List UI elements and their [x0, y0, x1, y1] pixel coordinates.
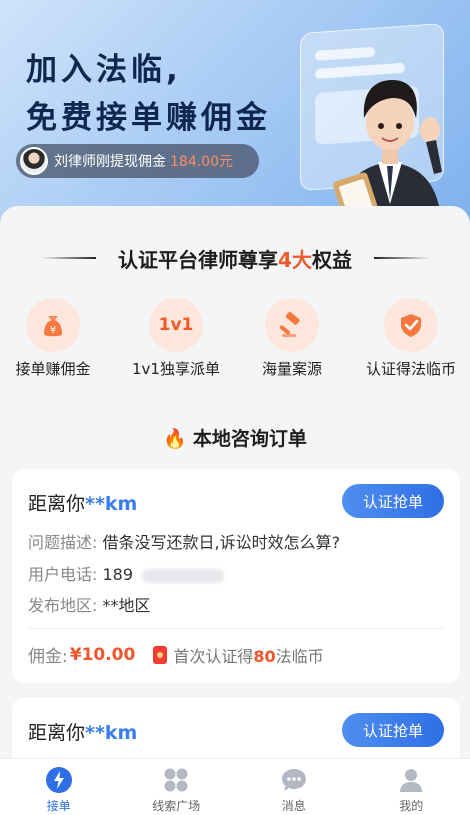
grab-order-button[interactable]: 认证抢单: [342, 484, 444, 518]
avatar: [20, 147, 48, 175]
tab-label: 线索广场: [152, 799, 201, 813]
svg-text:¥: ¥: [50, 325, 56, 336]
benefit-coins[interactable]: 认证得法临币: [352, 298, 470, 379]
red-packet-icon: [153, 645, 168, 664]
shield-check-icon: [384, 298, 438, 352]
order-phone: 用户电话: 189: [28, 561, 225, 585]
notice-amount: 184.00元: [170, 154, 233, 170]
tab-label: 消息: [281, 799, 306, 813]
benefit-label: 认证得法临币: [365, 360, 456, 378]
distance-label: 距离你: [28, 493, 86, 515]
person-icon: [396, 765, 426, 795]
withdraw-notice: 刘律师刚提现佣金 184.00元: [16, 144, 259, 178]
area-key: 发布地区:: [28, 596, 98, 615]
bonus-text: 首次认证得80法临币: [173, 643, 323, 667]
card-divider: [28, 628, 444, 629]
fire-icon: 🔥: [163, 428, 187, 450]
notice-text: 刘律师刚提现佣金: [54, 154, 166, 170]
order-card[interactable]: 距离你**km 认证抢单 问题描述: 借条没写还款日,诉讼时效怎么算? 用户电话…: [12, 469, 460, 683]
gavel-icon: [265, 298, 319, 352]
bonus-post: 法临币: [275, 646, 324, 666]
phone-blur-mask: [142, 568, 225, 583]
orders-title: 🔥 本地咨询订单: [0, 424, 470, 451]
benefit-label: 接单赚佣金: [15, 360, 91, 378]
hero-headline-2: 免费接单赚佣金: [26, 100, 271, 136]
orders-title-text: 本地咨询订单: [192, 428, 307, 450]
chat-bubble-icon: [279, 765, 309, 795]
benefits-title-pre: 认证平台律师尊享: [118, 248, 279, 272]
hero-headline-1: 加入法临,: [26, 52, 182, 88]
grid-icon: [161, 765, 191, 795]
tab-label: 接单: [46, 799, 71, 813]
commission-value: ¥10.00: [69, 644, 136, 665]
distance-value: **km: [85, 722, 138, 744]
tab-messages[interactable]: 消息: [235, 759, 353, 815]
benefit-commission[interactable]: ¥ 接单赚佣金: [0, 298, 112, 379]
tab-orders[interactable]: 接单: [0, 759, 118, 815]
order-distance: 距离你**km: [28, 718, 137, 745]
distance-label: 距离你: [28, 722, 86, 744]
distance-value: **km: [85, 493, 138, 515]
order-distance: 距离你**km: [28, 489, 137, 516]
description-key: 问题描述:: [28, 533, 98, 552]
order-area: 发布地区: **地区: [28, 592, 151, 616]
tab-profile[interactable]: 我的: [353, 759, 470, 815]
lightning-icon: [44, 765, 74, 795]
benefits-title-post: 权益: [311, 248, 352, 272]
bonus-number: 80: [253, 646, 276, 666]
benefit-1v1[interactable]: 1v1 1v1独享派单: [117, 298, 235, 379]
phone-value: 189: [102, 565, 134, 584]
area-value: **地区: [102, 596, 151, 615]
tab-label: 我的: [399, 799, 424, 813]
benefits-title-highlight: 4大: [278, 248, 312, 272]
lawyer-illustration: [333, 80, 442, 230]
grab-order-button[interactable]: 认证抢单: [342, 713, 444, 747]
1v1-icon: 1v1: [149, 298, 203, 352]
benefit-label: 海量案源: [261, 360, 322, 378]
bottom-tab-bar: 接单 线索广场 消息 我的: [0, 758, 470, 815]
bonus-pre: 首次认证得: [173, 646, 254, 666]
phone-key: 用户电话:: [28, 565, 98, 584]
order-commission: 佣金: ¥10.00 首次认证得80法临币: [28, 642, 324, 668]
money-bag-icon: ¥: [26, 298, 80, 352]
hero-banner: 加入法临, 免费接单赚佣金 刘律师刚提现佣金 184.00元: [0, 0, 470, 230]
description-value: 借条没写还款日,诉讼时效怎么算?: [102, 533, 341, 552]
commission-key: 佣金:: [28, 647, 68, 667]
order-description: 问题描述: 借条没写还款日,诉讼时效怎么算?: [28, 529, 340, 553]
benefit-label: 1v1独享派单: [132, 360, 220, 378]
title-deco-right: [374, 257, 430, 259]
tab-leads[interactable]: 线索广场: [118, 759, 236, 815]
benefit-cases[interactable]: 海量案源: [233, 298, 351, 379]
